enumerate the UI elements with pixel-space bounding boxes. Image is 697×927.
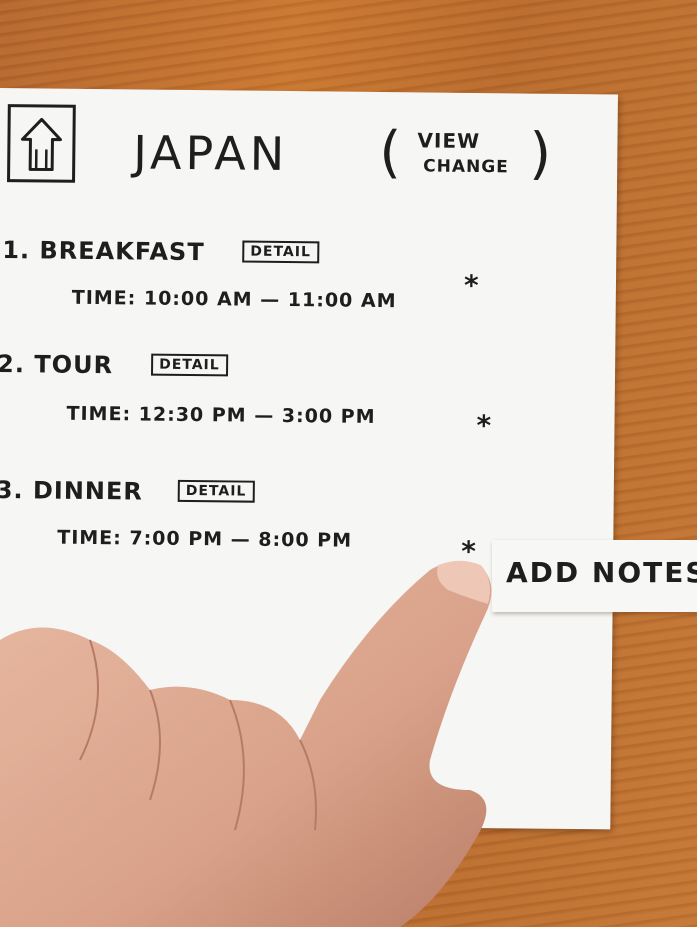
breakfast-star-icon[interactable]: *: [464, 269, 480, 302]
home-button[interactable]: [7, 104, 76, 183]
view-change-line2: CHANGE: [423, 156, 509, 178]
dinner-star-icon[interactable]: *: [461, 535, 477, 568]
page-title: JAPAN: [133, 125, 289, 182]
dinner-detail-button[interactable]: DETAIL: [177, 479, 255, 503]
open-paren: (: [379, 119, 402, 186]
close-paren: ): [528, 121, 552, 187]
item-dinner-label: 3. DINNER: [0, 475, 144, 506]
breakfast-time: TIME: 10:00 AM — 11:00 AM: [71, 286, 397, 313]
item-tour-label: 2. TOUR: [0, 349, 114, 380]
view-change-button[interactable]: ( VIEW CHANGE ): [379, 120, 552, 188]
tour-detail-button[interactable]: DETAIL: [150, 353, 228, 377]
breakfast-detail-button[interactable]: DETAIL: [242, 240, 320, 264]
home-icon: [20, 117, 62, 172]
tour-time: TIME: 12:30 PM — 3:00 PM: [66, 402, 376, 428]
view-change-line1: VIEW: [417, 128, 481, 154]
add-notes-label: ADD NOTES: [506, 556, 697, 589]
add-notes-button[interactable]: ADD NOTES: [492, 540, 697, 612]
dinner-time: TIME: 7:00 PM — 8:00 PM: [57, 526, 353, 552]
paper-screen: JAPAN ( VIEW CHANGE ) 1. BREAKFAST DETAI…: [0, 88, 618, 830]
tour-star-icon[interactable]: *: [476, 409, 492, 442]
item-breakfast-label: 1. BREAKFAST: [2, 236, 205, 267]
